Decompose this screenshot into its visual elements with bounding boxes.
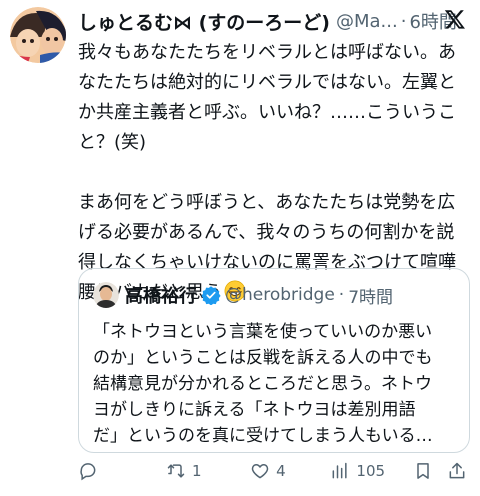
bookmark-icon (416, 463, 429, 479)
tweet-header: しゅとるむ⋈ (すのーろーど) @Ma... · 6時間 (78, 6, 474, 36)
views-count: 105 (356, 462, 386, 480)
retweet-button[interactable]: 1 (166, 461, 250, 481)
author-display-name[interactable]: しゅとるむ⋈ (すのーろーど) (78, 8, 330, 35)
tweet-action-bar: 1 4 105 (78, 456, 470, 486)
quoted-separator-dot: · (338, 285, 345, 305)
reply-icon (80, 463, 96, 481)
author-avatar[interactable] (10, 7, 66, 63)
share-button[interactable] (447, 461, 470, 481)
share-icon (449, 462, 465, 479)
author-handle[interactable]: @Ma... (336, 11, 398, 32)
quoted-tweet-text: 「ネトウヨという言葉を使っていいのか悪い のか」ということは反戦を訴える人の中で… (93, 322, 433, 446)
quoted-tweet-timestamp: 7時間 (348, 287, 394, 308)
bookmark-button[interactable] (413, 461, 447, 481)
x-logo-icon[interactable] (444, 8, 466, 30)
quoted-tweet-card[interactable]: 高橋裕行 @herobridge · 7時間 「ネトウヨという言葉を使っていいの… (78, 268, 470, 453)
like-button[interactable]: 4 (250, 461, 330, 481)
quoted-author-name: 高橋裕行 (125, 286, 197, 307)
reply-button[interactable] (78, 461, 166, 481)
like-count: 4 (276, 462, 286, 480)
retweet-icon (167, 464, 185, 478)
heart-icon (251, 464, 269, 479)
verified-badge-icon (201, 286, 221, 305)
separator-dot: · (400, 10, 407, 32)
tweet-paragraph-1: 我々もあなたたちをリベラルとは呼ばない。あ なたたちは絶対的にリベラルではない。… (78, 42, 456, 153)
quoted-author-handle: @herobridge (225, 285, 335, 305)
quoted-author-avatar (93, 282, 119, 308)
retweet-count: 1 (191, 462, 202, 480)
views-chart-icon (333, 462, 348, 479)
views-button[interactable]: 105 (330, 461, 412, 481)
quoted-tweet-header: 高橋裕行 @herobridge · 7時間 (125, 281, 393, 309)
